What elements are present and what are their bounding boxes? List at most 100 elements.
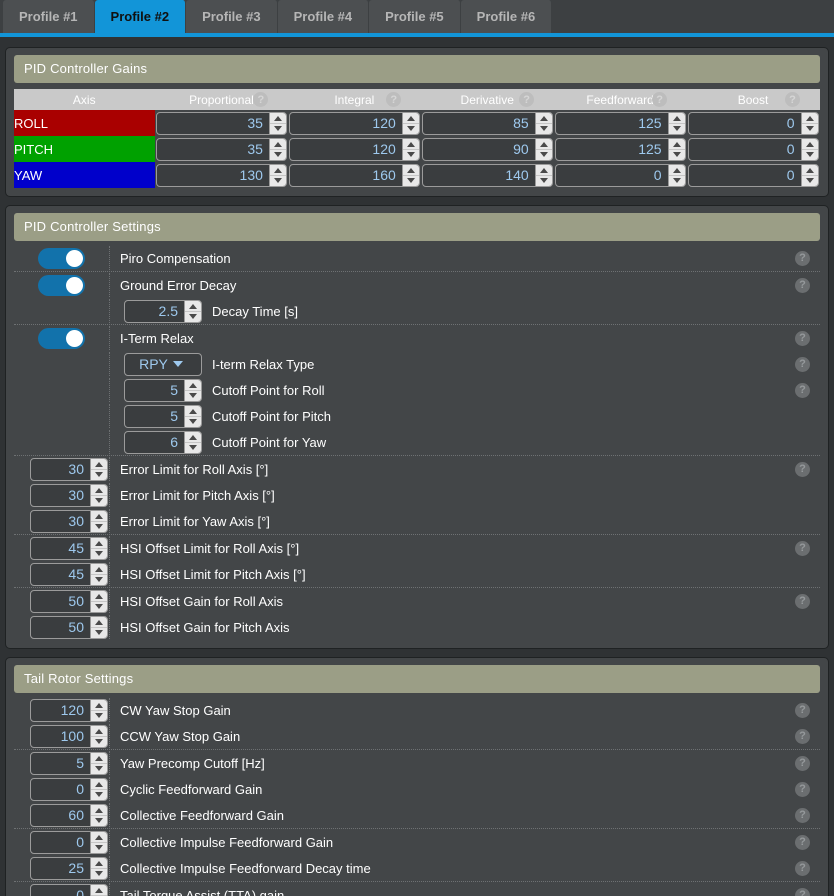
collective-feedforward-gain-input[interactable]: 60 [30,804,108,827]
spinner-up-icon[interactable] [185,301,201,312]
spinner-down-icon[interactable] [91,842,107,853]
piro-compensation-toggle[interactable] [38,248,85,269]
spinner-down-icon[interactable] [669,175,685,186]
spinner-up-icon[interactable] [403,139,419,150]
help-icon[interactable]: ? [785,92,800,107]
yaw-precomp-cutoff-input[interactable]: 5 [30,752,108,775]
pitch-integral-input[interactable]: 120 [289,138,420,161]
spinner[interactable] [801,139,818,160]
spinner-up-icon[interactable] [403,113,419,124]
spinner[interactable] [90,726,107,747]
spinner[interactable] [402,165,419,186]
pitch-proportional-input[interactable]: 35 [156,138,287,161]
spinner-down-icon[interactable] [91,495,107,506]
spinner[interactable] [184,380,201,401]
help-icon[interactable]: ? [519,92,534,107]
help-icon[interactable]: ? [795,541,810,556]
spinner[interactable] [90,885,107,896]
help-icon[interactable]: ? [795,462,810,477]
pitch-derivative-input[interactable]: 90 [422,138,553,161]
spinner-down-icon[interactable] [91,601,107,612]
spinner-down-icon[interactable] [802,175,818,186]
spinner-down-icon[interactable] [669,149,685,160]
spinner-down-icon[interactable] [91,627,107,638]
ccw-yaw-stop-gain-input[interactable]: 100 [30,725,108,748]
spinner-down-icon[interactable] [91,868,107,879]
error-limit-pitch-input[interactable]: 30 [30,484,108,507]
collective-impulse-feedforward-gain-input[interactable]: 0 [30,831,108,854]
spinner[interactable] [269,113,286,134]
spinner-down-icon[interactable] [91,548,107,559]
spinner[interactable] [269,165,286,186]
spinner-down-icon[interactable] [536,149,552,160]
help-icon[interactable]: ? [795,357,810,372]
cw-yaw-stop-gain-input[interactable]: 120 [30,699,108,722]
spinner[interactable] [90,564,107,585]
help-icon[interactable]: ? [795,888,810,896]
spinner-down-icon[interactable] [536,175,552,186]
tab-profile-2[interactable]: Profile #2 [95,0,187,33]
spinner[interactable] [90,753,107,774]
spinner-down-icon[interactable] [185,442,201,453]
spinner-up-icon[interactable] [185,406,201,417]
help-icon[interactable]: ? [795,808,810,823]
spinner-up-icon[interactable] [802,165,818,176]
spinner-up-icon[interactable] [91,885,107,896]
spinner-up-icon[interactable] [91,485,107,496]
help-icon[interactable]: ? [795,756,810,771]
spinner[interactable] [90,459,107,480]
spinner-up-icon[interactable] [91,805,107,816]
spinner-up-icon[interactable] [91,617,107,628]
spinner-up-icon[interactable] [270,139,286,150]
ground-error-decay-toggle[interactable] [38,275,85,296]
spinner-down-icon[interactable] [185,311,201,322]
spinner-down-icon[interactable] [403,123,419,134]
yaw-proportional-input[interactable]: 130 [156,164,287,187]
spinner-down-icon[interactable] [802,123,818,134]
tab-profile-4[interactable]: Profile #4 [278,0,370,33]
spinner-up-icon[interactable] [669,139,685,150]
spinner[interactable] [90,511,107,532]
cutoff-roll-input[interactable]: 5 [124,379,202,402]
spinner-up-icon[interactable] [536,165,552,176]
help-icon[interactable]: ? [795,594,810,609]
spinner[interactable] [402,139,419,160]
spinner[interactable] [535,113,552,134]
spinner[interactable] [90,617,107,638]
spinner-up-icon[interactable] [536,139,552,150]
spinner-down-icon[interactable] [403,175,419,186]
spinner[interactable] [90,779,107,800]
help-icon[interactable]: ? [795,782,810,797]
spinner-down-icon[interactable] [91,736,107,747]
pitch-boost-input[interactable]: 0 [688,138,819,161]
spinner-up-icon[interactable] [185,380,201,391]
spinner[interactable] [90,805,107,826]
spinner[interactable] [90,832,107,853]
spinner-up-icon[interactable] [91,832,107,843]
spinner-down-icon[interactable] [91,763,107,774]
help-icon[interactable]: ? [386,92,401,107]
spinner-up-icon[interactable] [185,432,201,443]
roll-boost-input[interactable]: 0 [688,112,819,135]
iterm-relax-toggle[interactable] [38,328,85,349]
spinner-down-icon[interactable] [536,123,552,134]
spinner[interactable] [90,858,107,879]
spinner-up-icon[interactable] [91,591,107,602]
help-icon[interactable]: ? [795,729,810,744]
spinner-up-icon[interactable] [91,779,107,790]
spinner[interactable] [668,139,685,160]
help-icon[interactable]: ? [795,703,810,718]
cyclic-feedforward-gain-input[interactable]: 0 [30,778,108,801]
tab-profile-3[interactable]: Profile #3 [186,0,278,33]
iterm-relax-type-select[interactable]: RPY [124,353,202,376]
spinner-up-icon[interactable] [91,700,107,711]
pitch-feedforward-input[interactable]: 125 [555,138,686,161]
spinner[interactable] [184,406,201,427]
hsi-offset-gain-roll-input[interactable]: 50 [30,590,108,613]
spinner-up-icon[interactable] [91,538,107,549]
tta-gain-input[interactable]: 0 [30,884,108,896]
tab-profile-5[interactable]: Profile #5 [369,0,461,33]
tab-profile-1[interactable]: Profile #1 [3,0,95,33]
hsi-offset-limit-roll-input[interactable]: 45 [30,537,108,560]
spinner-down-icon[interactable] [270,123,286,134]
